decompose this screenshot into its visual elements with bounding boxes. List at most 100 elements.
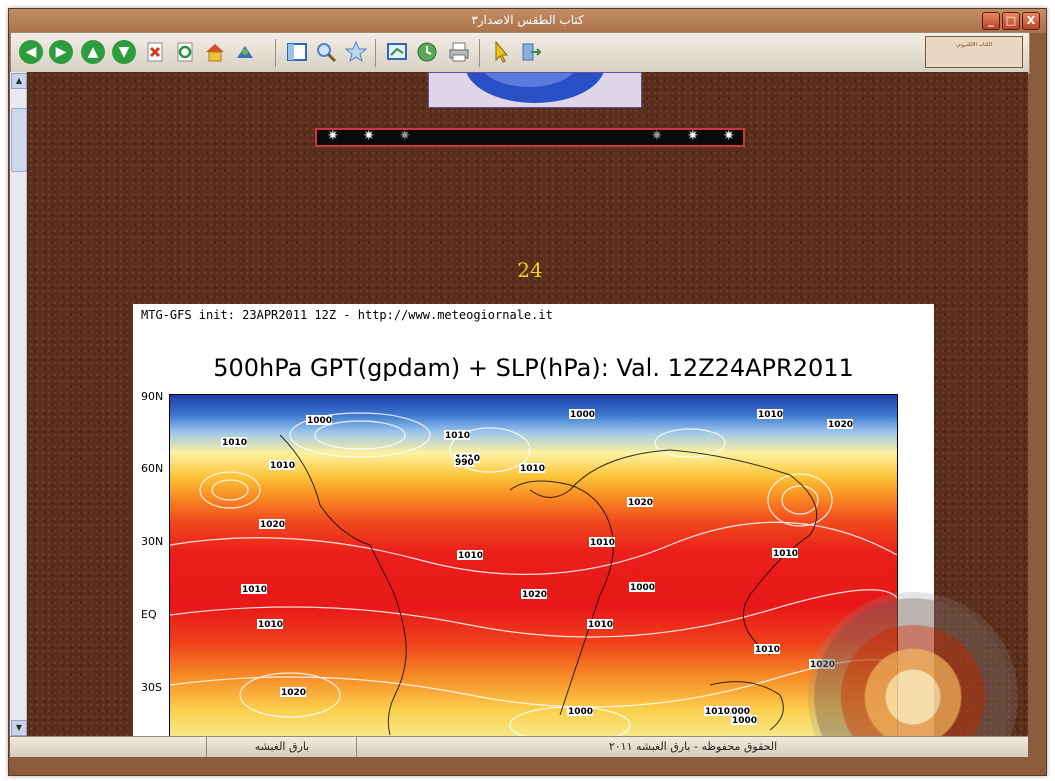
star-icon: ✷ [327, 128, 339, 144]
isobar-label: 1010 [589, 537, 615, 548]
svg-text:1020: 1020 [828, 420, 853, 430]
svg-text:1010: 1010 [520, 464, 545, 474]
toolbar-separator [375, 39, 376, 67]
isobar-label: 1000 [567, 706, 593, 717]
contents-icon[interactable] [285, 40, 309, 64]
forward-icon[interactable]: ▶ [49, 40, 73, 64]
isobar-label: 1020 [259, 519, 285, 530]
isobar-label: 1000 [629, 582, 655, 593]
map-overlay: 1000101010101010100010101020101010201010… [170, 409, 897, 736]
svg-text:1020: 1020 [281, 688, 306, 698]
pressure-map: 1000101010101010100010101020101010201010… [169, 394, 898, 736]
isobar-label: 1010 [772, 548, 798, 559]
svg-text:1010: 1010 [458, 551, 483, 561]
star-icon: ✷ [723, 128, 735, 144]
isobar-label: 1020 [280, 687, 306, 698]
chart-title: 500hPa GPT(gpdam) + SLP(hPa): Val. 12Z24… [213, 354, 854, 382]
y-tick-label: 90N [141, 390, 164, 403]
svg-text:1000: 1000 [568, 707, 593, 717]
isobar-label: 1000 [569, 409, 595, 420]
svg-text:1000: 1000 [630, 583, 655, 593]
app-logo: الكتاب الالكتروني [925, 36, 1023, 68]
svg-text:1020: 1020 [260, 520, 285, 530]
isobar-label: 1010 [587, 619, 613, 630]
isobar-label: 1020 [627, 497, 653, 508]
toolbar-separator [479, 39, 480, 67]
isobar-label: 1010 [444, 430, 470, 441]
search-icon[interactable] [314, 40, 338, 64]
exit-icon[interactable] [519, 40, 543, 64]
y-tick-label: 60N [141, 462, 164, 475]
page-viewer[interactable]: ▲ ▼ ✷ ✷ ✷ ✷ ✷ ✷ 24 MTG-GFS init: 23APR20… [10, 72, 1028, 736]
down-icon[interactable]: ▼ [112, 40, 136, 64]
isobar-label: 1020 [827, 419, 853, 430]
pointer-icon[interactable] [489, 40, 513, 64]
svg-text:1010: 1010 [258, 620, 283, 630]
status-cell-author: بارق الغبشه [206, 737, 357, 757]
print-icon[interactable] [447, 40, 471, 64]
maximize-button[interactable]: □ [1002, 12, 1020, 30]
y-tick-label: EQ [141, 608, 157, 621]
decorative-star-bar: ✷ ✷ ✷ ✷ ✷ ✷ [315, 128, 745, 147]
toolbar-separator [275, 39, 276, 67]
vertical-scrollbar[interactable]: ▲ ▼ [10, 72, 27, 736]
isobar-label: 1000 [306, 415, 332, 426]
status-cell-copyright: الحقوق محفوظه - بارق الغبشه ٢٠١١ [356, 737, 1029, 757]
star-icon: ✷ [363, 128, 375, 144]
isobar-label: 1010 [221, 437, 247, 448]
toolbar: ◀ ▶ ▲ ▼ الكتاب الالكتروني [10, 32, 1030, 74]
scroll-up-button[interactable]: ▲ [11, 73, 27, 89]
scroll-thumb[interactable] [11, 108, 27, 172]
chart-subtitle: MTG-GFS init: 23APR2011 12Z - http://www… [141, 308, 553, 322]
svg-text:1010: 1010 [222, 438, 247, 448]
up-icon[interactable]: ▲ [81, 40, 105, 64]
star-icon: ✷ [399, 128, 411, 144]
status-bar: بارق الغبشه الحقوق محفوظه - بارق الغبشه … [10, 736, 1028, 757]
isobar-label: 990 [454, 457, 474, 468]
scroll-down-button[interactable]: ▼ [11, 720, 27, 736]
svg-text:1000: 1000 [307, 416, 332, 426]
close-button[interactable]: X [1022, 12, 1040, 30]
svg-text:990: 990 [455, 458, 474, 468]
svg-text:1010: 1010 [755, 645, 780, 655]
isobar-label: 1010 [704, 706, 730, 717]
svg-text:1000: 1000 [732, 716, 757, 726]
isobar-label: 1010 [269, 460, 295, 471]
svg-text:1010: 1010 [588, 620, 613, 630]
refresh-icon[interactable] [173, 40, 197, 64]
svg-text:1010: 1010 [445, 431, 470, 441]
svg-text:1010: 1010 [242, 585, 267, 595]
svg-text:1020: 1020 [522, 590, 547, 600]
isobar-label: 1010 [754, 644, 780, 655]
y-tick-label: 30S [141, 681, 162, 694]
svg-text:1010: 1010 [270, 461, 295, 471]
page-number: 24 [517, 258, 543, 282]
svg-text:1000: 1000 [570, 410, 595, 420]
svg-text:1010: 1010 [705, 707, 730, 717]
isobar-label: 1000 [731, 715, 757, 726]
history-icon[interactable] [415, 40, 439, 64]
isobar-label: 1020 [521, 589, 547, 600]
svg-text:1010: 1010 [773, 549, 798, 559]
minimize-button[interactable]: _ [982, 12, 1000, 30]
home-icon[interactable] [203, 40, 227, 64]
svg-text:1020: 1020 [628, 498, 653, 508]
back-icon[interactable]: ◀ [19, 40, 43, 64]
isobar-label: 1010 [257, 619, 283, 630]
tools-icon[interactable] [233, 40, 265, 64]
isobar-label: 1010 [457, 550, 483, 561]
stop-icon[interactable] [143, 40, 167, 64]
fullscreen-icon[interactable] [385, 40, 409, 64]
svg-text:1010: 1010 [590, 538, 615, 548]
status-cell-left [10, 737, 206, 757]
y-tick-label: 30N [141, 535, 164, 548]
favorites-icon[interactable] [344, 40, 368, 64]
star-icon: ✷ [687, 128, 699, 144]
star-icon: ✷ [651, 128, 663, 144]
title-bar: كتاب الطقس الاصدار٣ _ □ X [9, 9, 1046, 33]
isobar-label: 1010 [757, 409, 783, 420]
header-image [428, 72, 642, 108]
isobar-label: 1010 [519, 463, 545, 474]
isobar-label: 1010 [241, 584, 267, 595]
svg-text:1010: 1010 [758, 410, 783, 420]
